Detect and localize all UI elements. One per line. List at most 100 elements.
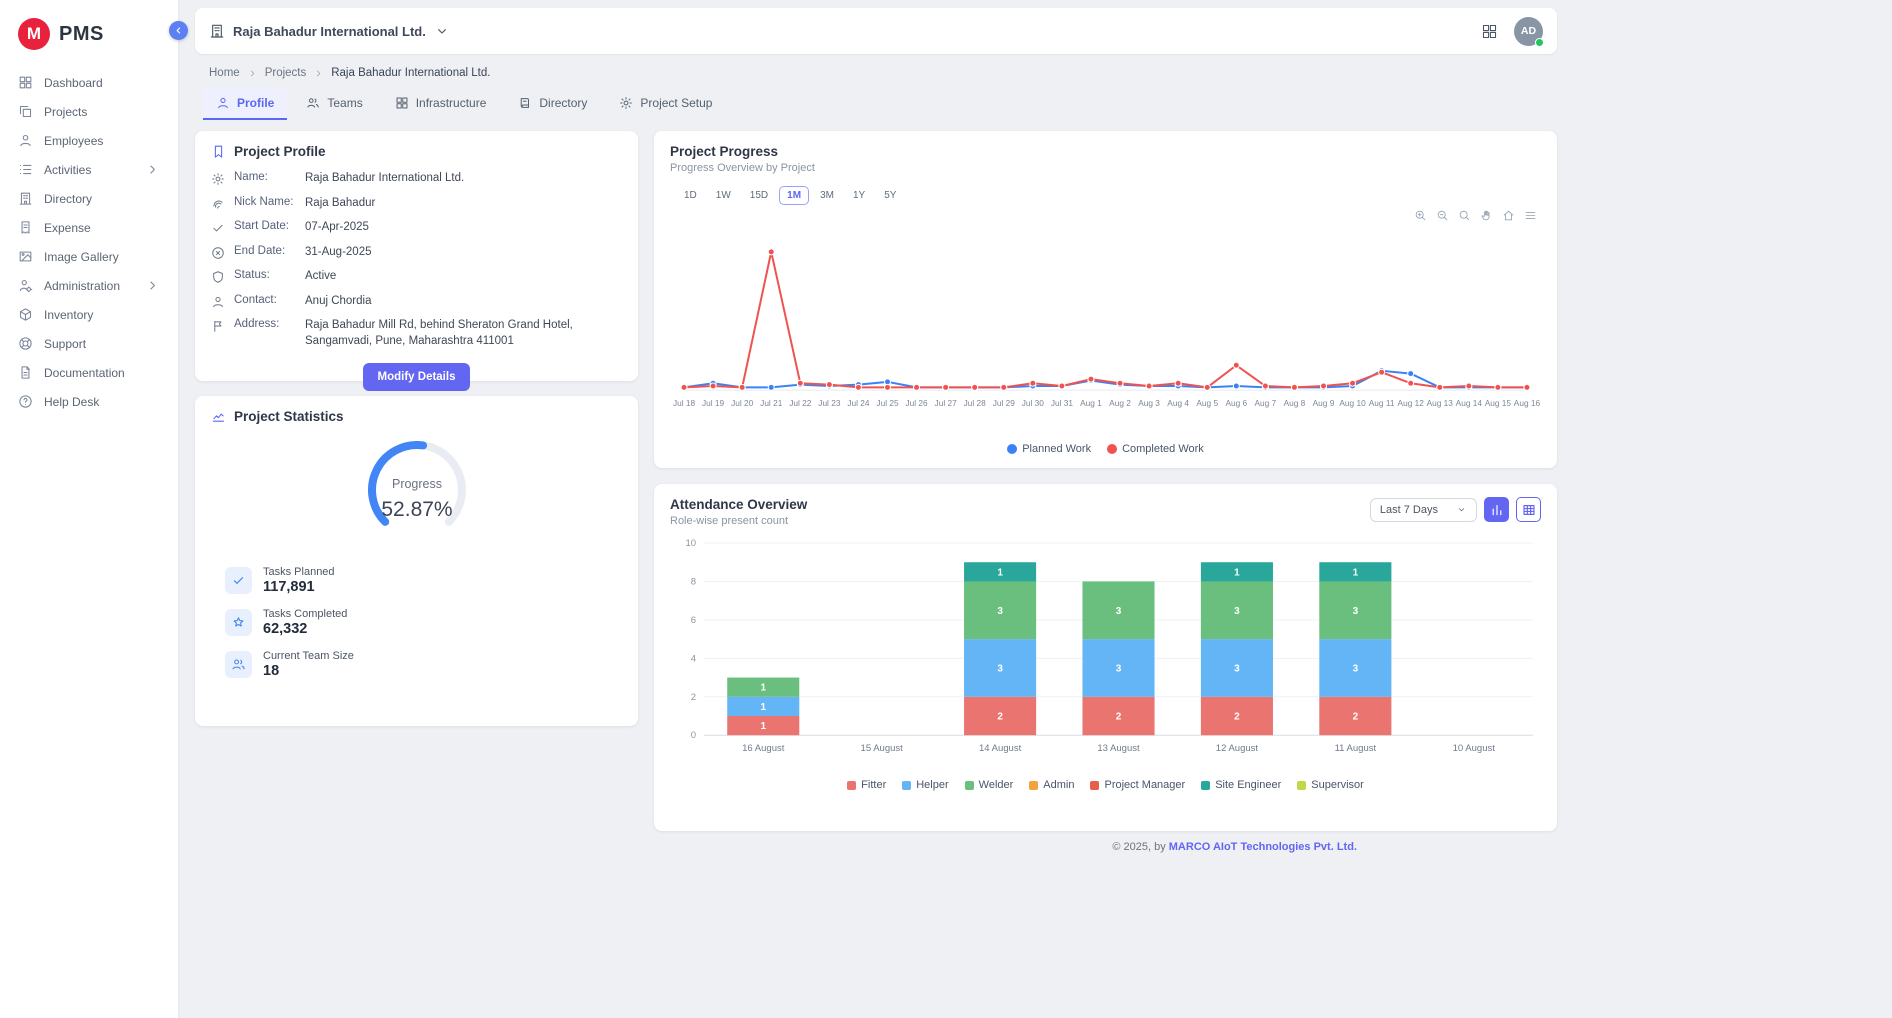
apps-grid-button[interactable]	[1481, 23, 1498, 40]
stat-value: 18	[263, 663, 354, 679]
svg-text:16 August: 16 August	[742, 743, 785, 754]
progress-card-subtitle: Progress Overview by Project	[670, 162, 1541, 174]
legend-item-helper[interactable]: Helper	[902, 779, 948, 791]
range-button-3m[interactable]: 3M	[812, 186, 842, 205]
legend-item-planned-work[interactable]: Planned Work	[1007, 443, 1091, 455]
expense-icon	[18, 220, 33, 235]
profile-fields: Name:Raja Bahadur International Ltd.Nick…	[211, 171, 622, 349]
legend-item-welder[interactable]: Welder	[965, 779, 1014, 791]
field-value: 31-Aug-2025	[305, 245, 372, 261]
sidebar-item-projects[interactable]: Projects	[0, 97, 178, 126]
legend-item-site-engineer[interactable]: Site Engineer	[1201, 779, 1281, 791]
sidebar-item-label: Employees	[44, 134, 103, 148]
sidebar-item-image-gallery[interactable]: Image Gallery	[0, 242, 178, 271]
breadcrumb-item-projects[interactable]: Projects	[265, 67, 307, 79]
sidebar-item-directory[interactable]: Directory	[0, 184, 178, 213]
zoom-out-icon[interactable]	[1436, 209, 1449, 222]
svg-text:Jul 22: Jul 22	[789, 398, 812, 408]
help-desk-icon	[18, 394, 33, 409]
sidebar-item-employees[interactable]: Employees	[0, 126, 178, 155]
range-button-1m[interactable]: 1M	[779, 186, 809, 205]
legend-item-supervisor[interactable]: Supervisor	[1297, 779, 1364, 791]
svg-text:3: 3	[1353, 606, 1359, 617]
attendance-bar-chart[interactable]: 024681016 August11115 August14 August233…	[670, 535, 1541, 775]
pan-icon[interactable]	[1480, 209, 1493, 222]
legend-swatch	[1297, 781, 1306, 790]
tab-directory[interactable]: Directory	[505, 88, 600, 120]
tab-infrastructure[interactable]: Infrastructure	[382, 88, 500, 120]
profile-field-end-date: End Date:31-Aug-2025	[211, 245, 622, 261]
company-selector[interactable]: Raja Bahadur International Ltd.	[209, 23, 450, 39]
svg-text:14 August: 14 August	[979, 743, 1022, 754]
team-icon-box	[225, 651, 252, 678]
legend-label: Welder	[979, 779, 1014, 791]
svg-text:1: 1	[760, 683, 766, 694]
tab-profile[interactable]: Profile	[203, 88, 287, 120]
range-button-1d[interactable]: 1D	[676, 186, 705, 205]
svg-text:4: 4	[691, 653, 696, 664]
zoom-in-icon[interactable]	[1414, 209, 1427, 222]
sidebar-item-activities[interactable]: Activities	[0, 155, 178, 184]
svg-text:2: 2	[1116, 712, 1122, 723]
field-label: Nick Name:	[234, 196, 296, 208]
home-icon[interactable]	[1502, 209, 1515, 222]
range-button-1y[interactable]: 1Y	[845, 186, 873, 205]
sidebar-item-expense[interactable]: Expense	[0, 213, 178, 242]
legend-swatch	[1090, 781, 1099, 790]
tab-teams[interactable]: Teams	[293, 88, 375, 120]
company-link[interactable]: MARCO AIoT Technologies Pvt. Ltd.	[1169, 841, 1357, 853]
sidebar-item-inventory[interactable]: Inventory	[0, 300, 178, 329]
svg-text:Aug 11: Aug 11	[1369, 398, 1395, 408]
breadcrumb-item-home[interactable]: Home	[209, 67, 240, 79]
sidebar-item-support[interactable]: Support	[0, 329, 178, 358]
image-gallery-icon	[18, 249, 33, 264]
svg-text:10 August: 10 August	[1453, 743, 1496, 754]
online-status-dot	[1535, 38, 1544, 47]
tab-project-setup[interactable]: Project Setup	[606, 88, 725, 120]
progress-line-chart[interactable]: Jul 18Jul 19Jul 20Jul 21Jul 22Jul 23Jul …	[670, 224, 1541, 439]
legend-item-fitter[interactable]: Fitter	[847, 779, 886, 791]
modify-details-button[interactable]: Modify Details	[363, 363, 471, 391]
chart-view-button[interactable]	[1484, 497, 1509, 522]
svg-text:3: 3	[997, 606, 1003, 617]
employees-icon	[18, 133, 33, 148]
menu-icon[interactable]	[1524, 209, 1537, 222]
logo-mark-icon: M	[18, 18, 50, 50]
legend-swatch	[1007, 444, 1017, 454]
svg-text:Aug 1: Aug 1	[1080, 398, 1102, 408]
svg-text:3: 3	[1116, 663, 1122, 674]
enddate-icon	[211, 246, 225, 260]
svg-text:Jul 26: Jul 26	[905, 398, 928, 408]
sidebar-item-administration[interactable]: Administration	[0, 271, 178, 300]
tab-bar: ProfileTeamsInfrastructureDirectory Proje…	[203, 88, 1557, 120]
sidebar-item-label: Help Desk	[44, 395, 99, 409]
selection-icon[interactable]	[1458, 209, 1471, 222]
sidebar-item-dashboard[interactable]: Dashboard	[0, 68, 178, 97]
setup-icon	[619, 96, 633, 110]
tab-label: Project Setup	[640, 96, 712, 110]
progress-chart-legend: Planned Work Completed Work	[670, 443, 1541, 455]
svg-text:Aug 5: Aug 5	[1196, 398, 1218, 408]
legend-label: Supervisor	[1311, 779, 1364, 791]
legend-swatch	[1107, 444, 1117, 454]
table-view-button[interactable]	[1516, 497, 1541, 522]
user-avatar[interactable]: AD	[1514, 17, 1543, 46]
copyright-text: © 2025, by	[1112, 841, 1168, 853]
chevron-right-icon	[145, 278, 160, 293]
svg-text:Aug 8: Aug 8	[1284, 398, 1306, 408]
legend-item-completed-work[interactable]: Completed Work	[1107, 443, 1204, 455]
team-icon	[231, 657, 246, 672]
app-logo[interactable]: M PMS	[0, 12, 178, 68]
range-button-1w[interactable]: 1W	[708, 186, 739, 205]
legend-item-admin[interactable]: Admin	[1029, 779, 1074, 791]
date-range-select[interactable]: Last 7 Days	[1370, 498, 1477, 522]
range-button-15d[interactable]: 15D	[742, 186, 776, 205]
legend-item-project-manager[interactable]: Project Manager	[1090, 779, 1185, 791]
sidebar-item-documentation[interactable]: Documentation	[0, 358, 178, 387]
avatar-initials: AD	[1521, 25, 1536, 37]
sidebar-collapse-button[interactable]	[169, 21, 188, 40]
range-button-5y[interactable]: 5Y	[876, 186, 904, 205]
sidebar-item-help-desk[interactable]: Help Desk	[0, 387, 178, 416]
sidebar-item-label: Administration	[44, 279, 120, 293]
progress-card-title: Project Progress	[670, 144, 1541, 159]
